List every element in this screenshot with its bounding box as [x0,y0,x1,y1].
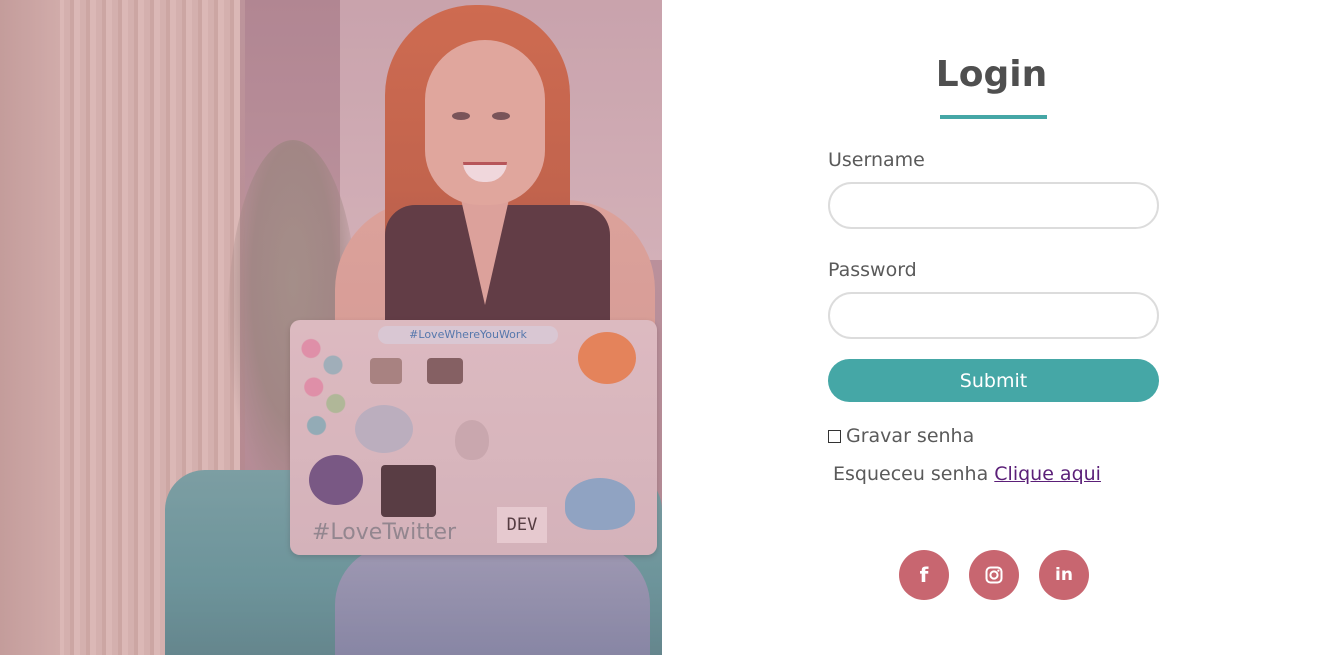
submit-button[interactable]: Submit [828,359,1159,402]
login-panel: Login Username Password Submit Gravar se… [662,0,1321,655]
forgot-password-text: Esqueceu senha [833,463,989,485]
instagram-icon [985,566,1003,584]
linkedin-button[interactable]: in [1039,550,1089,600]
password-label: Password [828,259,917,281]
instagram-button[interactable] [969,550,1019,600]
forgot-password-link[interactable]: Clique aqui [994,463,1101,485]
page-title: Login [935,54,1048,95]
facebook-button[interactable]: f [899,550,949,600]
remember-label: Gravar senha [846,425,975,447]
hero-photo: #LoveWhereYouWork #LoveTwitter DEV [0,0,662,655]
title-underline [940,115,1047,119]
facebook-icon: f [919,563,929,587]
remember-checkbox[interactable] [828,429,841,443]
linkedin-icon: in [1055,565,1073,585]
username-input[interactable] [828,182,1159,229]
remember-password[interactable]: Gravar senha [828,425,974,447]
social-links: f in [899,550,1089,600]
photo-tint-overlay [0,0,662,655]
password-input[interactable] [828,292,1159,339]
forgot-password: Esqueceu senha Clique aqui [833,463,1101,485]
username-label: Username [828,149,925,171]
